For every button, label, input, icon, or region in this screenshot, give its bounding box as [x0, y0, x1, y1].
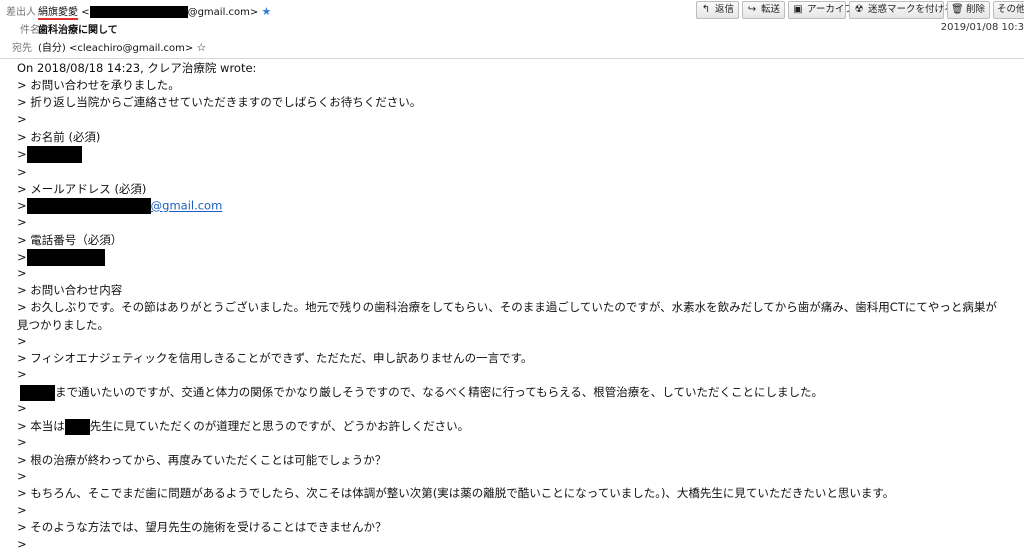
delete-label: 削除	[966, 4, 986, 15]
star-filled-icon[interactable]: ★	[261, 5, 271, 18]
reply-icon: ↰	[701, 4, 711, 15]
subject-value: 歯科治療に関して	[38, 25, 118, 36]
redacted-name	[26, 146, 82, 163]
body-line: > 本当は 先生に見ていただくのが道理だと思うのですが、どうかお許しください。	[17, 418, 469, 435]
subject-label: 件名	[20, 25, 40, 36]
body-line: > もちろん、そこでまだ歯に問題があるようでしたら、次こそは体調が整い次第(実は…	[17, 486, 895, 500]
delete-button[interactable]: 🗑 削除	[947, 1, 990, 19]
quote-marker: >	[17, 215, 27, 229]
body-line: まで通いたいのですが、交通と体力の関係でかなり厳しそうですので、なるべく精密に行…	[17, 384, 823, 401]
redacted-doctor-name	[64, 418, 90, 435]
body-line: > 根の治療が終わってから、再度みていただくことは可能でしょうか？	[17, 453, 387, 467]
more-label: その他	[997, 4, 1024, 15]
quote-marker: >	[17, 266, 27, 280]
subject-row: 件名 歯科治療に関して	[0, 21, 690, 40]
body-line: 見つかりました。	[17, 318, 109, 332]
quote-marker: >	[17, 469, 27, 483]
reply-label: 返信	[715, 4, 735, 15]
email-link[interactable]: @gmail.com	[151, 199, 223, 213]
from-name[interactable]: 絹旗愛愛	[38, 7, 78, 20]
body-text: 先生に見ていただくのが道理だと思うのですが、どうかお許しください。	[89, 419, 470, 433]
quote-marker: >	[17, 147, 27, 161]
quote-marker: >	[17, 165, 27, 179]
forward-label: 転送	[761, 4, 781, 15]
junk-label: 迷惑マークを付ける	[868, 4, 954, 15]
email-line: > @gmail.com	[17, 198, 222, 214]
quote-marker: >	[17, 198, 27, 213]
from-email-open: <	[81, 7, 90, 18]
to-row: 宛先 (自分) <cleachiro@gmail.com> ☆	[0, 39, 690, 58]
message-header: 差出人 絹旗愛愛 < @gmail.com> ★ 件名 歯科治療に関して 2019…	[0, 0, 1024, 59]
quote-header: On 2018/08/18 14:23, クレア治療院 wrote:	[17, 61, 257, 75]
message-body: On 2018/08/18 14:23, クレア治療院 wrote: > お問い…	[0, 58, 1024, 555]
phone-label: > 電話番号（必須）	[17, 233, 123, 247]
forward-icon: ↪	[747, 4, 757, 15]
from-label: 差出人	[6, 7, 36, 18]
phone-line: >	[17, 249, 105, 266]
from-email-domain: @gmail.com>	[187, 7, 259, 18]
quote-marker: >	[17, 401, 27, 415]
star-outline-icon[interactable]: ☆	[196, 41, 206, 54]
junk-icon: ☢	[854, 4, 864, 15]
quote-marker: >	[17, 334, 27, 348]
message-date: 2019/01/08 10:3	[940, 22, 1024, 33]
quote-marker: >	[17, 537, 27, 551]
quote-marker: >	[17, 503, 27, 517]
redacted-phone	[26, 249, 105, 266]
archive-icon: ▣	[793, 4, 803, 15]
reply-button[interactable]: ↰ 返信	[696, 1, 739, 19]
email-label: > メールアドレス (必須)	[17, 182, 147, 196]
redacted-email-local	[89, 6, 188, 18]
body-line: > フィシオエナジェティックを信用しきることができず、ただただ、申し訳ありません…	[17, 351, 533, 365]
body-line: > そのような方法では、望月先生の施術を受けることはできませんか？	[17, 520, 387, 534]
redacted-email	[26, 198, 151, 214]
quote-marker: >	[17, 367, 27, 381]
quote-marker: >	[17, 435, 27, 449]
name-label: > お名前 (必須)	[17, 130, 101, 144]
quote-marker: >	[17, 250, 27, 264]
body-text: > 本当は	[17, 419, 65, 433]
name-line: >	[17, 146, 82, 163]
to-value[interactable]: (自分) <cleachiro@gmail.com> ☆	[38, 39, 206, 54]
body-text: まで通いたいのですが、交通と体力の関係でかなり厳しそうですので、なるべく精密に行…	[55, 385, 823, 399]
body-line: > お久しぶりです。その節はありがとうございました。地元で残りの歯科治療をしても…	[17, 300, 997, 314]
to-address[interactable]: (自分) <cleachiro@gmail.com>	[38, 43, 193, 54]
to-label: 宛先	[12, 43, 32, 54]
archive-label: アーカイブ	[807, 4, 854, 15]
quote-marker: >	[17, 112, 27, 126]
body-line: > お問い合わせを承りました。	[17, 78, 180, 92]
body-line: > 折り返し当院からご連絡させていただきますのでしばらくお待ちください。	[17, 95, 422, 109]
from-value[interactable]: 絹旗愛愛 < @gmail.com> ★	[38, 3, 271, 20]
from-row: 差出人 絹旗愛愛 < @gmail.com> ★	[0, 3, 690, 22]
trash-icon: 🗑	[951, 4, 964, 15]
archive-button[interactable]: ▣ アーカイブ	[788, 1, 854, 19]
junk-button[interactable]: ☢ 迷惑マークを付ける	[849, 1, 954, 19]
redacted-place	[20, 384, 55, 401]
inquiry-label: > お問い合わせ内容	[17, 283, 123, 297]
forward-button[interactable]: ↪ 転送	[742, 1, 785, 19]
more-button[interactable]: その他	[993, 1, 1024, 19]
